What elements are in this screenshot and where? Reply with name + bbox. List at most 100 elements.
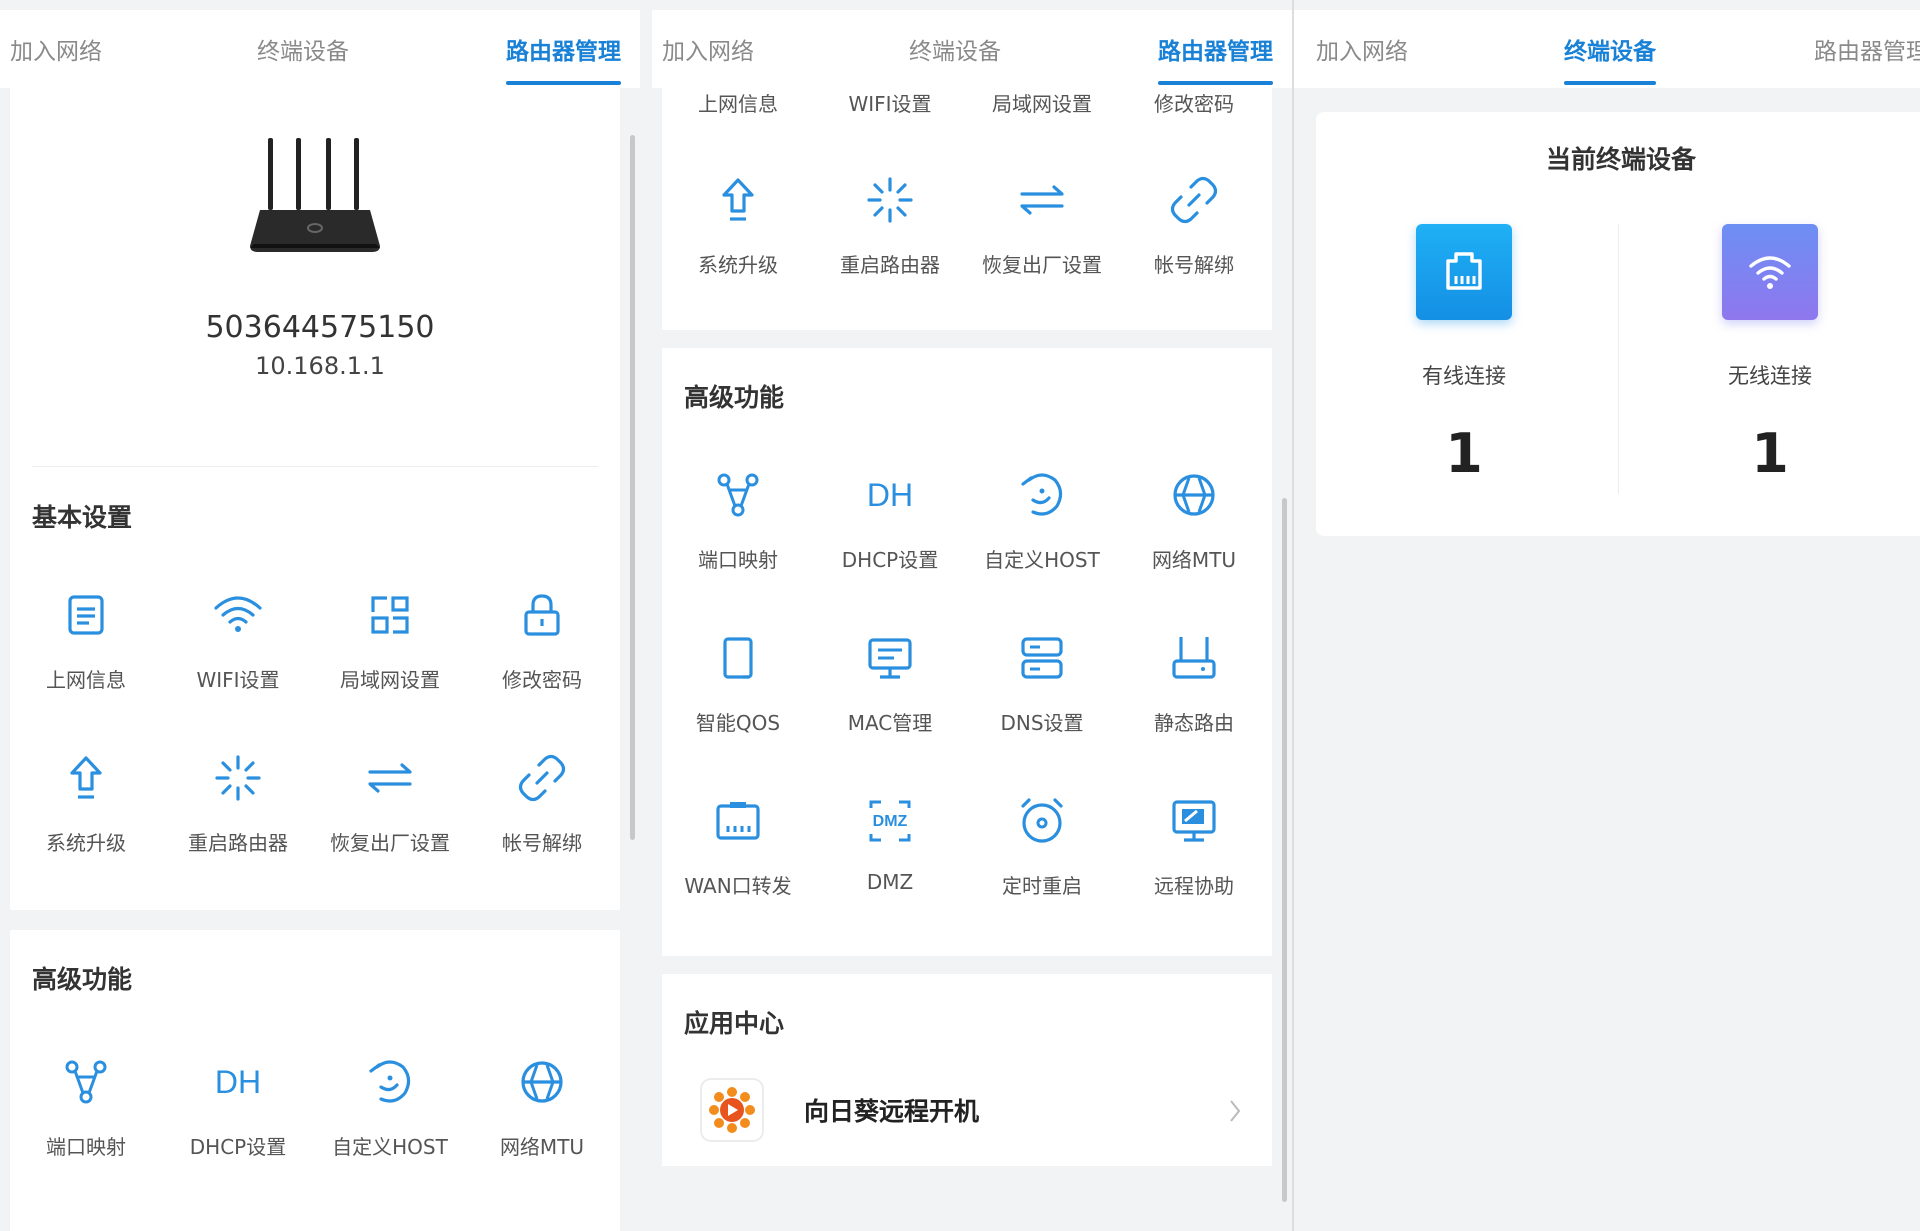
item-label: 智能QOS [695, 711, 781, 735]
router-id: 503644575150 [205, 310, 435, 345]
loading-spinner-icon [867, 177, 913, 223]
item-wifi-settings[interactable]: WIFI设置 [814, 12, 966, 142]
item-factory-reset[interactable]: 恢复出厂设置 [966, 173, 1118, 303]
item-reboot-router[interactable]: 重启路由器 [814, 173, 966, 303]
item-network-mtu[interactable]: 网络MTU [466, 1055, 618, 1185]
item-smart-qos[interactable]: 智能QOS [662, 631, 814, 761]
scrollbar[interactable] [1282, 498, 1287, 1202]
item-change-password[interactable]: 修改密码 [1118, 12, 1270, 142]
app-item-label: 向日葵远程开机 [804, 1097, 980, 1126]
item-label: 上网信息 [46, 668, 126, 692]
basic-settings-card: 503644575150 10.168.1.1 基本设置 上网信息 WIFI设置… [10, 88, 620, 910]
advanced-features-card: 高级功能 端口映射 DH DHCP设置 自定义HOST 网络MTU [10, 930, 620, 1231]
router-ports-icon [1172, 637, 1216, 679]
item-label: 端口映射 [698, 548, 778, 572]
sunflower-app-icon [700, 1078, 764, 1142]
lock-icon [524, 594, 560, 636]
item-remote-assist[interactable]: 远程协助 [1118, 794, 1270, 924]
monitor-icon [868, 638, 912, 679]
item-dhcp-settings[interactable]: DH DHCP设置 [814, 468, 966, 598]
wireless-tile[interactable] [1722, 224, 1818, 320]
item-label: 自定义HOST [984, 548, 1100, 572]
item-system-upgrade[interactable]: 系统升级 [662, 173, 814, 303]
item-label: 自定义HOST [332, 1135, 448, 1159]
tab-devices[interactable]: 终端设备 [1564, 32, 1656, 85]
basic-settings-card: 上网信息 WIFI设置 局域网设置 修改密码 系统升级 重启路由器 恢复出厂设置… [662, 88, 1272, 330]
swap-arrows-icon [368, 763, 412, 793]
section-title-advanced: 高级功能 [32, 965, 133, 994]
document-icon [68, 595, 104, 635]
item-label: 帐号解绑 [502, 831, 582, 855]
item-label: 局域网设置 [340, 668, 440, 692]
item-port-mapping[interactable]: 端口映射 [10, 1055, 162, 1185]
item-dns-settings[interactable]: DNS设置 [966, 631, 1118, 761]
item-label: 端口映射 [46, 1135, 126, 1159]
wireless-label: 无线连接 [1728, 364, 1812, 388]
item-label: 修改密码 [1154, 92, 1234, 116]
item-unbind-account[interactable]: 帐号解绑 [1118, 173, 1270, 303]
advanced-features-card: 高级功能 端口映射 DH DHCP设置 自定义HOST 网络MTU 智能QOS … [662, 348, 1272, 956]
wired-count: 1 [1445, 422, 1483, 485]
item-internet-info[interactable]: 上网信息 [662, 12, 814, 142]
custom-host-icon [369, 1060, 411, 1103]
item-label: 定时重启 [1002, 874, 1082, 898]
globe-icon [1173, 474, 1215, 516]
item-label: 局域网设置 [992, 92, 1092, 116]
item-unbind-account[interactable]: 帐号解绑 [466, 751, 618, 881]
panel-gap [640, 0, 642, 1231]
tab-devices[interactable]: 终端设备 [257, 32, 349, 66]
item-factory-reset[interactable]: 恢复出厂设置 [314, 751, 466, 881]
item-custom-host[interactable]: 自定义HOST [314, 1055, 466, 1185]
item-port-mapping[interactable]: 端口映射 [662, 468, 814, 598]
item-custom-host[interactable]: 自定义HOST [966, 468, 1118, 598]
item-label: 静态路由 [1154, 711, 1234, 735]
panel-router-management-scrolled: 加入网络 终端设备 路由器管理 上网信息 WIFI设置 局域网设置 修改密码 系… [652, 0, 1292, 1231]
server-icon [1021, 637, 1063, 679]
item-label: DNS设置 [1000, 711, 1084, 735]
item-label: 上网信息 [698, 92, 778, 116]
item-lan-settings[interactable]: 局域网设置 [966, 12, 1118, 142]
panel-terminal-devices: 加入网络 终端设备 路由器管理 当前终端设备 有线连接 1 无线连接 1 [1294, 0, 1920, 1231]
tab-join-network[interactable]: 加入网络 [10, 32, 102, 66]
item-label: MAC管理 [847, 711, 933, 735]
item-system-upgrade[interactable]: 系统升级 [10, 751, 162, 881]
item-label: 帐号解绑 [1154, 253, 1234, 277]
item-lan-settings[interactable]: 局域网设置 [314, 588, 466, 718]
item-label: 重启路由器 [840, 253, 940, 277]
tab-join-network[interactable]: 加入网络 [1316, 32, 1408, 66]
item-static-route[interactable]: 静态路由 [1118, 631, 1270, 761]
divider [1618, 224, 1619, 494]
app-item-sunlogin[interactable]: 向日葵远程开机 [662, 1070, 1272, 1150]
item-label: WAN口转发 [684, 874, 792, 898]
item-wifi-settings[interactable]: WIFI设置 [162, 588, 314, 718]
item-mac-management[interactable]: MAC管理 [814, 631, 966, 761]
wired-label: 有线连接 [1422, 364, 1506, 388]
item-dmz[interactable]: DMZ DMZ [814, 794, 966, 924]
app-center-card: 应用中心 向日葵远程开机 [662, 974, 1272, 1166]
item-scheduled-reboot[interactable]: 定时重启 [966, 794, 1118, 924]
wired-tile[interactable] [1416, 224, 1512, 320]
scrollbar[interactable] [630, 135, 635, 840]
dh-glyph: DH [867, 477, 913, 513]
chevron-right-icon [1230, 1100, 1241, 1122]
item-label: 系统升级 [46, 831, 126, 855]
item-reboot-router[interactable]: 重启路由器 [162, 751, 314, 881]
item-label: DMZ [866, 870, 914, 894]
item-network-mtu[interactable]: 网络MTU [1118, 468, 1270, 598]
item-internet-info[interactable]: 上网信息 [10, 588, 162, 718]
divider [32, 466, 598, 467]
swap-arrows-icon [1020, 185, 1064, 215]
upgrade-arrow-icon [70, 756, 102, 799]
tab-router-management[interactable]: 路由器管理 [506, 32, 621, 85]
item-label: WIFI设置 [848, 92, 932, 116]
tab-bar: 加入网络 终端设备 路由器管理 [0, 10, 640, 88]
dmz-glyph: DMZ [873, 813, 908, 830]
item-label: 远程协助 [1154, 874, 1234, 898]
item-wan-forward[interactable]: WAN口转发 [662, 794, 814, 924]
section-title-advanced: 高级功能 [684, 383, 785, 412]
tab-router-management[interactable]: 路由器管理 [1814, 32, 1920, 66]
tablet-icon [723, 637, 753, 679]
router-icon [250, 138, 380, 252]
item-dhcp-settings[interactable]: DH DHCP设置 [162, 1055, 314, 1185]
item-change-password[interactable]: 修改密码 [466, 588, 618, 718]
